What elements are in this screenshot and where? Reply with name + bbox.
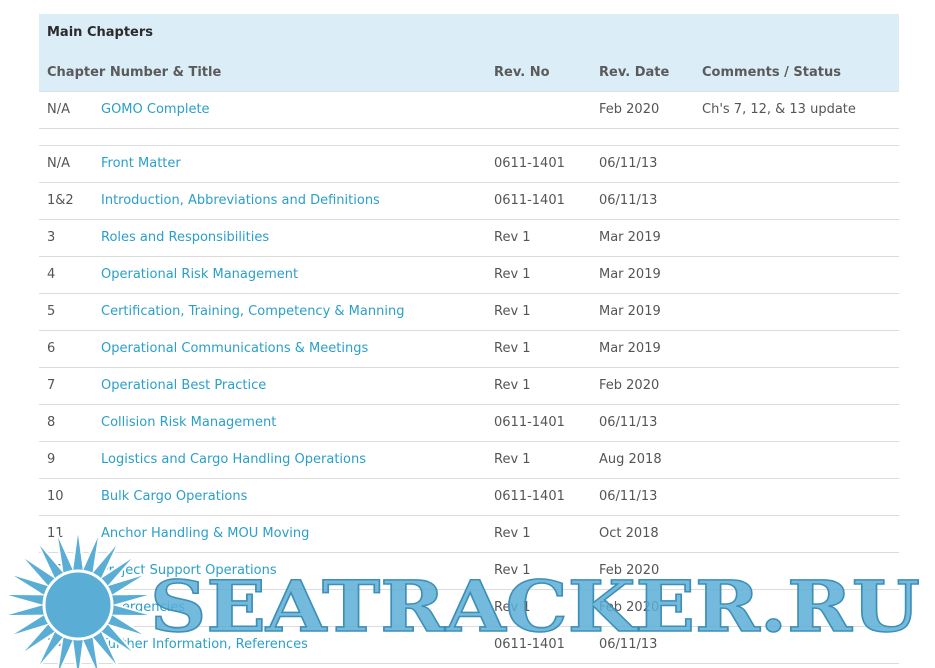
table-body: N/A Front Matter 0611-1401 06/11/13 1&2 Intro… bbox=[39, 146, 899, 664]
table-row-complete: N/A GOMO Complete Feb 2020 Ch's 7, 12, &… bbox=[39, 92, 899, 129]
chapter-number: 5 bbox=[47, 304, 56, 319]
chapter-link[interactable]: Collision Risk Management bbox=[101, 415, 276, 430]
rev-number: 0611-1401 bbox=[494, 193, 565, 208]
rev-date: 06/11/13 bbox=[599, 193, 658, 208]
chapter-link[interactable]: Operational Communications & Meetings bbox=[101, 341, 368, 356]
table-row: 13 Emergencies Rev 1 Feb 2020 bbox=[39, 590, 899, 627]
rev-number: Rev 1 bbox=[494, 600, 531, 615]
chapters-table: Main Chapters Chapter Number & Title Rev… bbox=[39, 14, 899, 664]
table-row: N/A Front Matter 0611-1401 06/11/13 bbox=[39, 146, 899, 183]
chapter-link[interactable]: GOMO Complete bbox=[101, 102, 210, 117]
rev-date: 06/11/13 bbox=[599, 489, 658, 504]
col-header-comments: Comments / Status bbox=[702, 65, 841, 80]
rev-date: Feb 2020 bbox=[599, 102, 660, 117]
rev-date: 06/11/13 bbox=[599, 156, 658, 171]
rev-number: Rev 1 bbox=[494, 526, 531, 541]
rev-number: 0611-1401 bbox=[494, 415, 565, 430]
chapter-link[interactable]: Operational Risk Management bbox=[101, 267, 298, 282]
chapter-number: 12 bbox=[47, 563, 64, 578]
rev-number: Rev 1 bbox=[494, 452, 531, 467]
table-row: 3 Roles and Responsibilities Rev 1 Mar 2019 bbox=[39, 220, 899, 257]
rev-number: Rev 1 bbox=[494, 563, 531, 578]
col-header-chapter: Chapter Number & Title bbox=[47, 65, 222, 80]
rev-date: Mar 2019 bbox=[599, 341, 661, 356]
table-spacer bbox=[39, 129, 899, 146]
rev-number: 0611-1401 bbox=[494, 637, 565, 652]
col-header-date: Rev. Date bbox=[599, 65, 670, 80]
table-row: 5 Certification, Training, Competency & M… bbox=[39, 294, 899, 331]
chapter-link[interactable]: Emergencies bbox=[101, 600, 185, 615]
table-row: 4 Operational Risk Management Rev 1 Mar 201… bbox=[39, 257, 899, 294]
rev-date: Feb 2020 bbox=[599, 378, 660, 393]
table-row: 12 Project Support Operations Rev 1 Feb 202… bbox=[39, 553, 899, 590]
chapter-number: 13 bbox=[47, 600, 64, 615]
comments-status: Ch's 7, 12, & 13 update bbox=[702, 102, 856, 117]
chapter-link[interactable]: Front Matter bbox=[101, 156, 181, 171]
chapter-number: N/A bbox=[47, 102, 70, 117]
chapter-link[interactable]: Logistics and Cargo Handling Operations bbox=[101, 452, 366, 467]
rev-date: Feb 2020 bbox=[599, 600, 660, 615]
rev-date: Feb 2020 bbox=[599, 563, 660, 578]
table-row: 14 Further Information, References 0611-14… bbox=[39, 627, 899, 664]
table-row: 7 Operational Best Practice Rev 1 Feb 2020 bbox=[39, 368, 899, 405]
chapter-number: 4 bbox=[47, 267, 56, 282]
chapter-link[interactable]: Bulk Cargo Operations bbox=[101, 489, 247, 504]
table-row: 9 Logistics and Cargo Handling Operations… bbox=[39, 442, 899, 479]
chapter-number: 7 bbox=[47, 378, 56, 393]
table-row: 11 Anchor Handling & MOU Moving Rev 1 Oct 2… bbox=[39, 516, 899, 553]
chapter-link[interactable]: Roles and Responsibilities bbox=[101, 230, 269, 245]
rev-date: Mar 2019 bbox=[599, 230, 661, 245]
chapter-number: 1&2 bbox=[47, 193, 74, 208]
rev-date: Oct 2018 bbox=[599, 526, 659, 541]
chapter-number: 10 bbox=[47, 489, 64, 504]
table-row: 6 Operational Communications & Meetings Re… bbox=[39, 331, 899, 368]
chapter-link[interactable]: Further Information, References bbox=[101, 637, 308, 652]
chapter-number: 3 bbox=[47, 230, 56, 245]
rev-number: Rev 1 bbox=[494, 230, 531, 245]
rev-number: 0611-1401 bbox=[494, 156, 565, 171]
rev-number: Rev 1 bbox=[494, 378, 531, 393]
col-header-rev: Rev. No bbox=[494, 65, 550, 80]
rev-number: Rev 1 bbox=[494, 304, 531, 319]
chapter-link[interactable]: Certification, Training, Competency & Ma… bbox=[101, 304, 404, 319]
chapter-link[interactable]: Introduction, Abbreviations and Definiti… bbox=[101, 193, 380, 208]
rev-date: 06/11/13 bbox=[599, 415, 658, 430]
rev-number: Rev 1 bbox=[494, 341, 531, 356]
chapter-number: 8 bbox=[47, 415, 56, 430]
table-header: Main Chapters Chapter Number & Title Rev… bbox=[39, 14, 899, 92]
table-row: 1&2 Introduction, Abbreviations and Defin… bbox=[39, 183, 899, 220]
chapter-number: 14 bbox=[47, 637, 64, 652]
chapter-link[interactable]: Project Support Operations bbox=[101, 563, 277, 578]
chapter-number: N/A bbox=[47, 156, 70, 171]
rev-date: Aug 2018 bbox=[599, 452, 662, 467]
chapter-link[interactable]: Operational Best Practice bbox=[101, 378, 266, 393]
table-title: Main Chapters bbox=[47, 25, 153, 40]
rev-date: Mar 2019 bbox=[599, 304, 661, 319]
chapter-number: 6 bbox=[47, 341, 56, 356]
table-row: 10 Bulk Cargo Operations 0611-1401 06/11/13 bbox=[39, 479, 899, 516]
chapter-number: 9 bbox=[47, 452, 56, 467]
rev-date: 06/11/13 bbox=[599, 637, 658, 652]
table-row: 8 Collision Risk Management 0611-1401 06/11… bbox=[39, 405, 899, 442]
chapter-number: 11 bbox=[47, 526, 64, 541]
rev-number: 0611-1401 bbox=[494, 489, 565, 504]
rev-number: Rev 1 bbox=[494, 267, 531, 282]
chapter-link[interactable]: Anchor Handling & MOU Moving bbox=[101, 526, 309, 541]
rev-date: Mar 2019 bbox=[599, 267, 661, 282]
